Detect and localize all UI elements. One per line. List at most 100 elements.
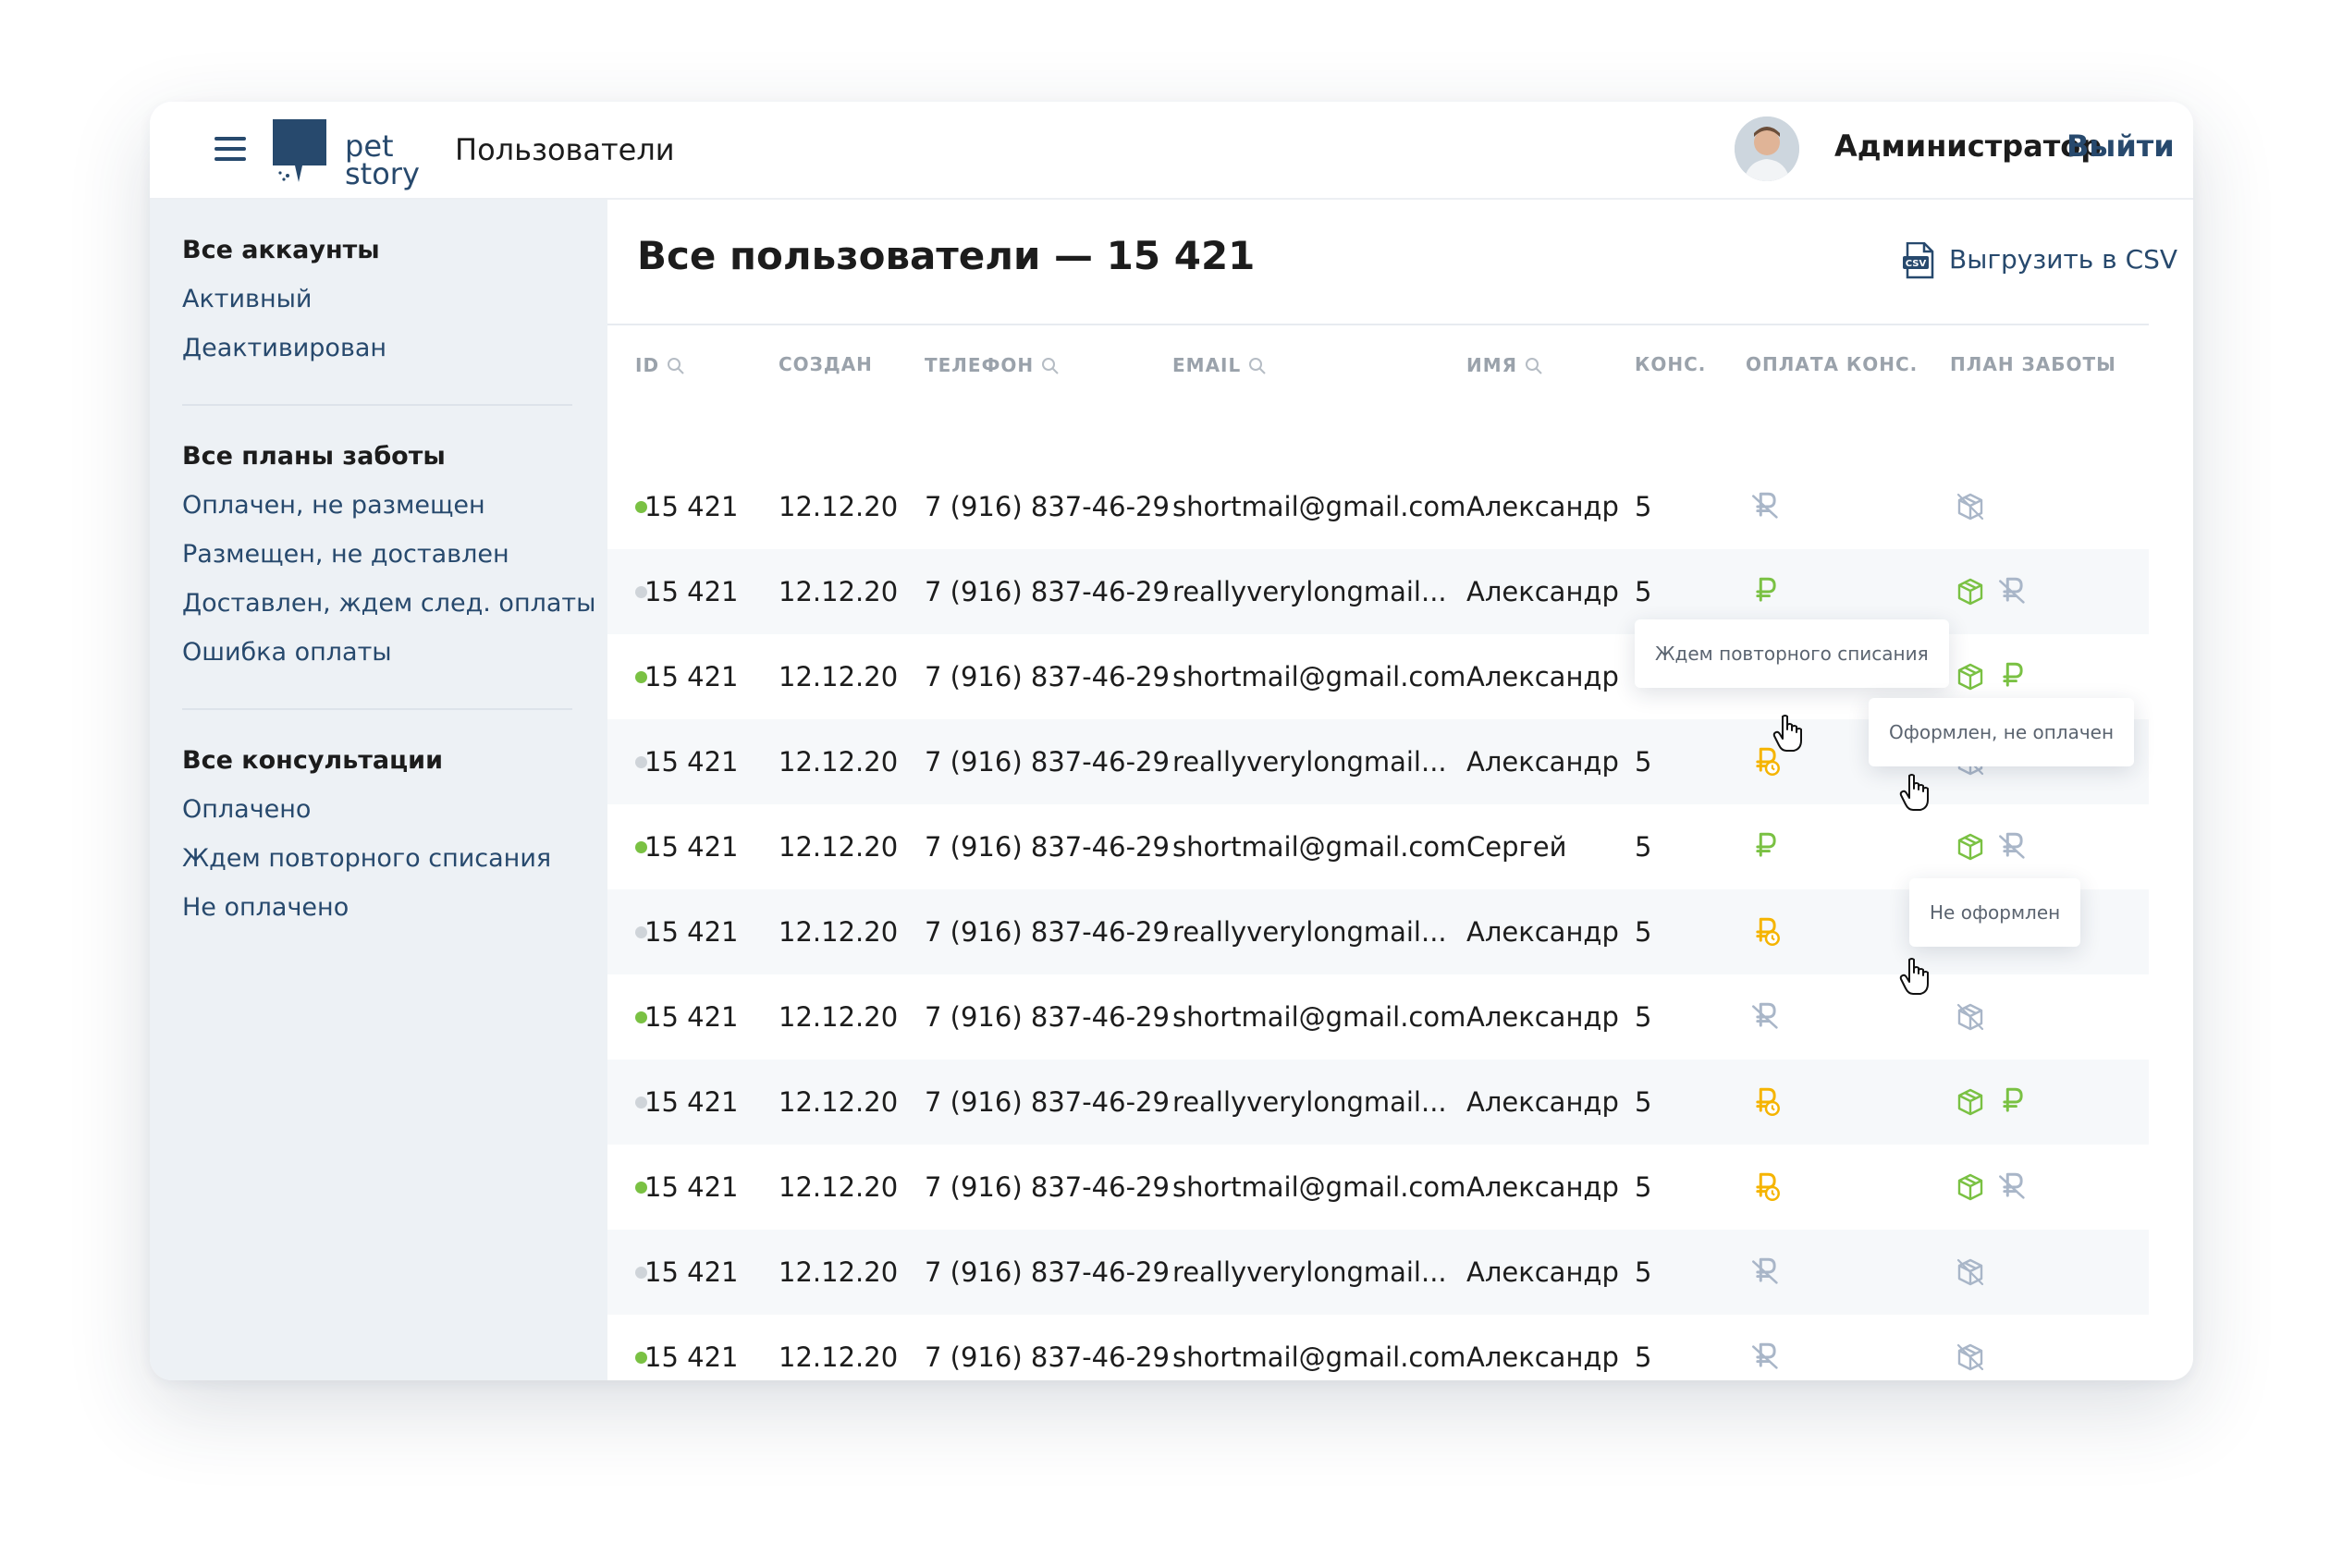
ruble-paid-icon[interactable]	[1751, 577, 1781, 606]
column-header-id[interactable]: ID	[635, 353, 685, 376]
sidebar-item-paid-not-placed[interactable]: Оплачен, не размещен	[182, 481, 595, 530]
ruble-unpaid-icon[interactable]	[1998, 577, 2028, 606]
page-title: Пользователи	[455, 132, 675, 167]
sidebar-item-paid[interactable]: Оплачено	[182, 785, 551, 834]
logout-link[interactable]: Выйти	[2066, 129, 2175, 164]
column-header-phone[interactable]: ТЕЛЕФОН	[925, 353, 1060, 376]
sidebar-item-not-paid[interactable]: Не оплачено	[182, 883, 551, 932]
cell-email: shortmail@gmail.com	[1172, 491, 1466, 522]
box-crossed-icon[interactable]	[1956, 492, 1985, 521]
cell-name: Александр	[1466, 1341, 1619, 1373]
column-header-label: ИМЯ	[1466, 354, 1518, 376]
ruble-unpaid-icon[interactable]	[1998, 832, 2028, 862]
cell-consultations: 5	[1635, 746, 1652, 778]
cell-created: 12.12.20	[779, 1256, 899, 1288]
cell-email: reallyverylongmail...	[1172, 916, 1447, 948]
cell-consultations: 5	[1635, 1086, 1652, 1118]
box-crossed-icon[interactable]	[1956, 1002, 1985, 1032]
ruble-pending-icon[interactable]	[1751, 1087, 1781, 1117]
ruble-paid-icon[interactable]	[1998, 1087, 2028, 1117]
cell-consultations: 5	[1635, 831, 1652, 863]
sidebar-divider	[182, 404, 572, 406]
box-icon[interactable]	[1956, 1172, 1985, 1202]
column-header-label: ТЕЛЕФОН	[925, 354, 1035, 376]
cell-email: shortmail@gmail.com	[1172, 1341, 1466, 1373]
column-header-label: EMAIL	[1172, 354, 1242, 376]
cell-phone: 7 (916) 837-46-29	[925, 1086, 1170, 1118]
tooltip-plan-unpaid: Оформлен, не оплачен	[1869, 698, 2135, 766]
table-row[interactable]: 15 421 12.12.20 7 (916) 837-46-29 shortmail…	[607, 804, 2149, 889]
svg-text:CSV: CSV	[1906, 259, 1927, 269]
cell-email: shortmail@gmail.com	[1172, 1001, 1466, 1033]
sidebar-item-deactivated[interactable]: Деактивирован	[182, 324, 386, 373]
ruble-pending-icon[interactable]	[1751, 1172, 1781, 1202]
sidebar-item-active[interactable]: Активный	[182, 275, 386, 324]
sidebar-item-all-accounts[interactable]: Все аккаунты	[182, 226, 386, 275]
column-header-created[interactable]: СОЗДАН	[779, 353, 873, 375]
ruble-unpaid-icon[interactable]	[1751, 1002, 1781, 1032]
ruble-unpaid-icon[interactable]	[1751, 1257, 1781, 1287]
cell-consultations: 5	[1635, 1171, 1652, 1203]
cell-name: Сергей	[1466, 831, 1567, 863]
search-icon[interactable]	[667, 357, 685, 375]
cell-created: 12.12.20	[779, 661, 899, 692]
ruble-paid-icon[interactable]	[1998, 662, 2028, 692]
search-icon[interactable]	[1041, 357, 1060, 375]
cell-name: Александр	[1466, 916, 1619, 948]
ruble-paid-icon[interactable]	[1751, 832, 1781, 862]
cell-email: reallyverylongmail...	[1172, 1256, 1447, 1288]
cell-phone: 7 (916) 837-46-29	[925, 491, 1170, 522]
table-row[interactable]: 15 421 12.12.20 7 (916) 837-46-29 shortmail…	[607, 464, 2149, 549]
sidebar-item-all-consultations[interactable]: Все консультации	[182, 736, 551, 785]
box-icon[interactable]	[1956, 1087, 1985, 1117]
box-icon[interactable]	[1956, 832, 1985, 862]
ruble-unpaid-icon[interactable]	[1751, 1342, 1781, 1372]
cell-id: 15 421	[644, 916, 739, 948]
sidebar-item-awaiting-rebill[interactable]: Ждем повторного списания	[182, 834, 551, 883]
cell-id: 15 421	[644, 1171, 739, 1203]
column-header-email[interactable]: EMAIL	[1172, 353, 1267, 376]
cell-email: shortmail@gmail.com	[1172, 1171, 1466, 1203]
column-header-consultation-payment[interactable]: ОПЛАТА КОНС.	[1746, 353, 1918, 375]
box-icon[interactable]	[1956, 577, 1985, 606]
cell-phone: 7 (916) 837-46-29	[925, 1341, 1170, 1373]
cell-name: Александр	[1466, 576, 1619, 607]
sidebar-item-payment-error[interactable]: Ошибка оплаты	[182, 628, 595, 677]
column-header-care-plan[interactable]: ПЛАН ЗАБОТЫ	[1950, 353, 2116, 375]
cell-phone: 7 (916) 837-46-29	[925, 1001, 1170, 1033]
search-icon[interactable]	[1525, 357, 1543, 375]
column-header-name[interactable]: ИМЯ	[1466, 353, 1543, 376]
cell-name: Александр	[1466, 491, 1619, 522]
tooltip-payment-pending: Ждем повторного списания	[1635, 619, 1949, 688]
cell-created: 12.12.20	[779, 491, 899, 522]
cell-id: 15 421	[644, 746, 739, 778]
avatar[interactable]	[1735, 116, 1799, 181]
ruble-pending-icon[interactable]	[1751, 917, 1781, 947]
search-icon[interactable]	[1248, 357, 1267, 375]
ruble-unpaid-icon[interactable]	[1751, 492, 1781, 521]
table-row[interactable]: 15 421 12.12.20 7 (916) 837-46-29 shortmail…	[607, 1145, 2149, 1230]
box-crossed-icon[interactable]	[1956, 1257, 1985, 1287]
export-csv-label: Выгрузить в CSV	[1949, 244, 2178, 275]
table-row[interactable]: 15 421 12.12.20 7 (916) 837-46-29 reallyver…	[607, 1060, 2149, 1145]
sidebar: Все аккаунты Активный Деактивирован Все …	[150, 200, 607, 1380]
box-crossed-icon[interactable]	[1956, 1342, 1985, 1372]
hamburger-icon[interactable]	[215, 137, 246, 161]
cell-id: 15 421	[644, 831, 739, 863]
cell-id: 15 421	[644, 1256, 739, 1288]
sidebar-group-plans: Все планы заботы Оплачен, не размещен Ра…	[182, 432, 595, 677]
csv-file-icon: CSV	[1903, 242, 1934, 279]
sidebar-item-delivered-awaiting[interactable]: Доставлен, ждем след. оплаты	[182, 579, 595, 628]
cell-created: 12.12.20	[779, 1341, 899, 1373]
box-icon[interactable]	[1956, 662, 1985, 692]
cell-created: 12.12.20	[779, 746, 899, 778]
sidebar-item-placed-not-delivered[interactable]: Размещен, не доставлен	[182, 530, 595, 579]
column-header-consultations[interactable]: КОНС.	[1635, 353, 1706, 375]
logo[interactable]: pet story	[271, 117, 423, 189]
table-row[interactable]: 15 421 12.12.20 7 (916) 837-46-29 reallyver…	[607, 1230, 2149, 1315]
cell-id: 15 421	[644, 491, 739, 522]
ruble-unpaid-icon[interactable]	[1998, 1172, 2028, 1202]
logo-text: pet story	[345, 131, 420, 189]
sidebar-item-all-plans[interactable]: Все планы заботы	[182, 432, 595, 481]
table-row[interactable]: 15 421 12.12.20 7 (916) 837-46-29 shortmail…	[607, 1315, 2149, 1380]
